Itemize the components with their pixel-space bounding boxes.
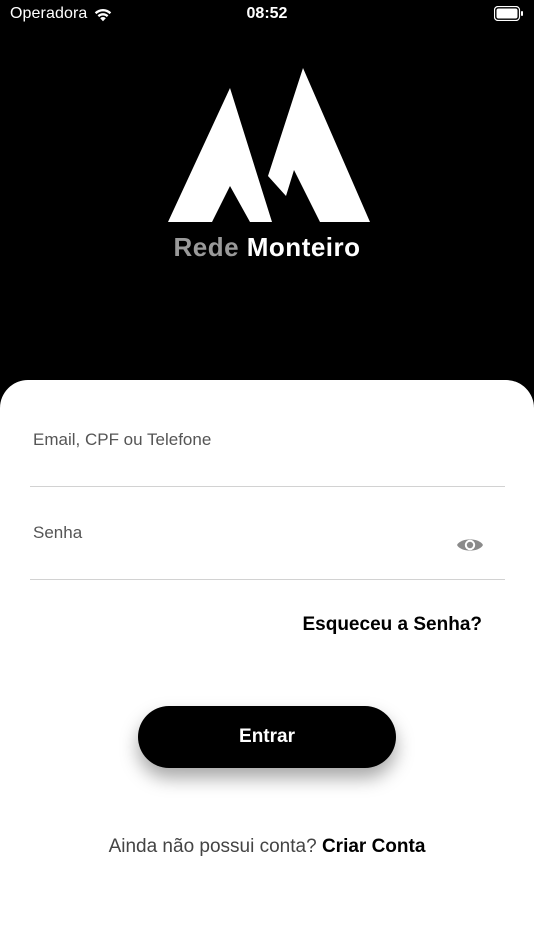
signup-row: Ainda não possui conta? Criar Conta [0, 836, 534, 858]
brand-name: Rede Monteiro [0, 232, 534, 263]
logo-area: Rede Monteiro [0, 60, 534, 270]
carrier-label: Operadora [10, 5, 88, 22]
password-input[interactable] [33, 523, 433, 543]
brand-name-part-2: Monteiro [246, 232, 361, 262]
forgot-password-link[interactable]: Esqueceu a Senha? [302, 614, 482, 636]
status-bar: Operadora 08:52 [0, 0, 534, 30]
carrier-indicator: Operadora [10, 5, 113, 23]
login-input[interactable] [33, 430, 433, 450]
password-field [30, 487, 505, 580]
signup-prompt: Ainda não possui conta? [108, 836, 317, 857]
login-field [30, 394, 505, 487]
create-account-link[interactable]: Criar Conta [322, 836, 425, 857]
mountain-logo-icon [168, 68, 370, 222]
login-button[interactable]: Entrar [138, 706, 396, 768]
eye-icon[interactable] [456, 535, 484, 555]
battery-icon [494, 6, 523, 21]
brand-name-part-1: Rede [173, 232, 240, 262]
login-card: Esqueceu a Senha? Entrar Ainda não possu… [0, 380, 534, 950]
wifi-icon [95, 8, 112, 21]
